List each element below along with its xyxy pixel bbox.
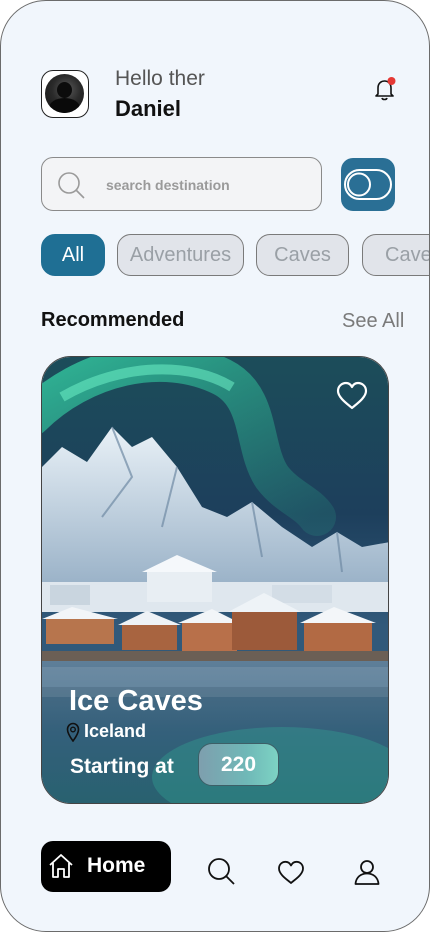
nav-home-label: Home <box>87 854 146 877</box>
destination-name: Ice Caves <box>69 685 203 717</box>
category-chip-adventures[interactable]: Adventures <box>117 234 244 276</box>
phone-frame: Hello ther Daniel search destination All… <box>0 0 430 932</box>
map-pin-icon <box>66 722 80 742</box>
filter-toggle-button[interactable] <box>341 158 395 211</box>
heart-icon[interactable] <box>277 860 305 885</box>
see-all-link[interactable]: See All <box>342 310 404 333</box>
nav-home-button[interactable]: Home <box>41 841 171 892</box>
search-input[interactable]: search destination <box>41 157 322 211</box>
home-icon <box>49 854 73 878</box>
notification-dot <box>387 77 396 85</box>
heart-outline-icon[interactable] <box>335 381 369 411</box>
search-placeholder: search destination <box>106 177 230 193</box>
category-chip-cave[interactable]: Cave <box>362 234 429 276</box>
section-title: Recommended <box>41 309 185 331</box>
avatar-photo <box>45 74 84 113</box>
avatar[interactable] <box>41 70 89 118</box>
search-icon <box>58 172 85 199</box>
profile-icon[interactable] <box>353 858 381 886</box>
category-chip-all[interactable]: All <box>41 234 105 276</box>
category-chip-caves[interactable]: Caves <box>256 234 349 276</box>
destination-location: Iceland <box>84 721 147 741</box>
destination-card[interactable]: Ice Caves Iceland Starting at 220 <box>41 356 389 804</box>
price-badge: 220 <box>198 743 279 786</box>
search-icon[interactable] <box>206 856 236 886</box>
toggle-icon <box>344 169 392 200</box>
starting-at-label: Starting at <box>70 755 174 778</box>
greeting-text: Hello ther <box>115 67 205 90</box>
bell-icon[interactable] <box>371 75 399 103</box>
user-name: Daniel <box>115 96 182 121</box>
